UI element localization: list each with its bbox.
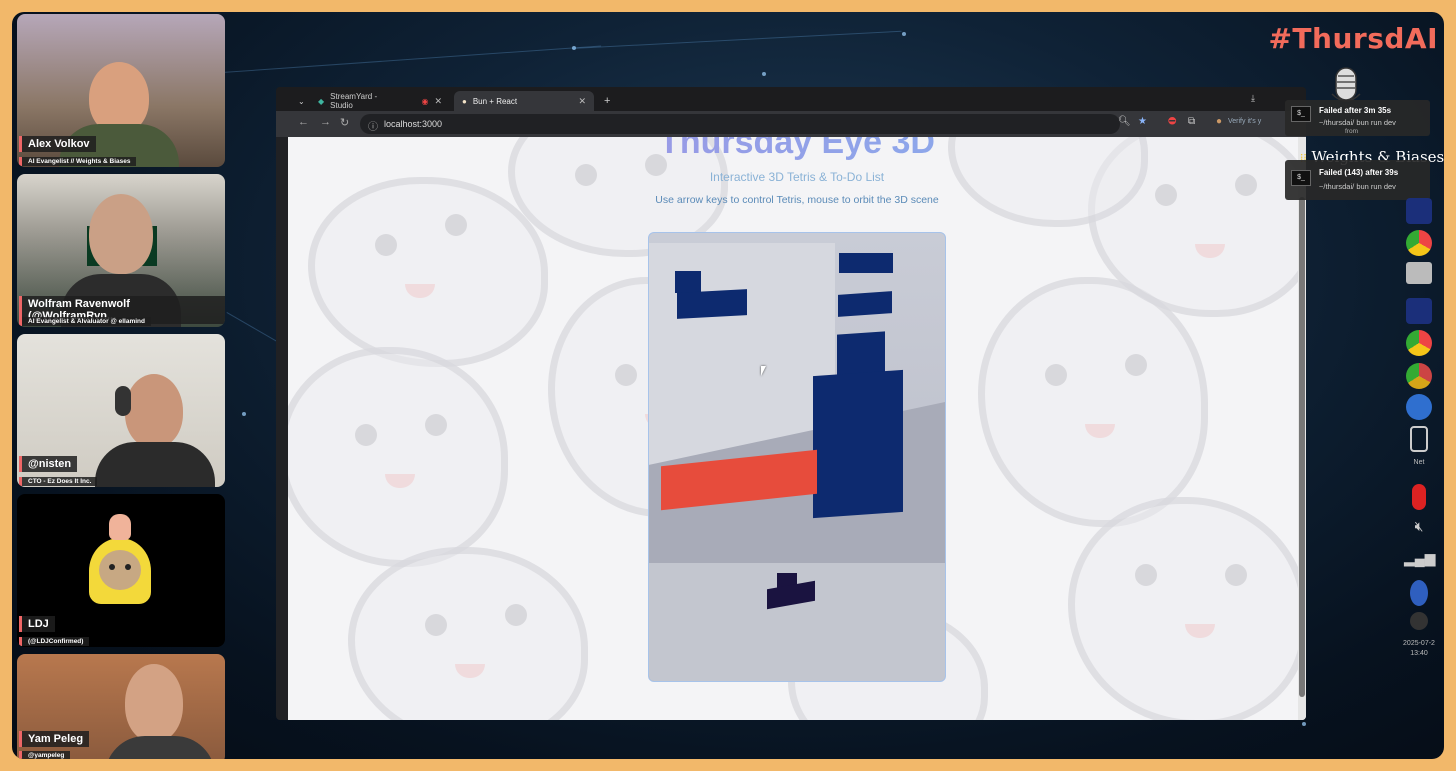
participant-subtitle: CTO - Ez Does It Inc. [19, 477, 98, 486]
cat-astronaut-avatar [89, 538, 151, 604]
verify-banner[interactable]: Verify it's y [1228, 118, 1261, 125]
download-icon[interactable]: ⤓ [1251, 93, 1255, 104]
time-label: 13:40 [1410, 650, 1428, 657]
tetris-block [675, 271, 701, 293]
folder-icon[interactable] [1404, 262, 1434, 284]
waving-hand-icon [109, 514, 131, 540]
participant-name: Alex Volkov [19, 136, 96, 152]
notification-title: Failed (143) after 39s [1319, 168, 1399, 177]
terminal-icon: $_ [1291, 106, 1311, 122]
participant-subtitle: @yampeleg [19, 751, 71, 759]
participant-subtitle: (@LDJConfirmed) [19, 637, 90, 646]
zoom-icon[interactable]: 🔍︎ [1118, 116, 1131, 127]
tetris-block [838, 291, 892, 317]
participant-tile[interactable]: Wolfram Ravenwolf (@WolframRvn... AI Eva… [17, 174, 225, 327]
status-icon[interactable] [1404, 612, 1434, 630]
extension-block-icon[interactable]: ⛔︎ [1168, 116, 1176, 127]
tetris-block [839, 253, 893, 273]
bluetooth-icon[interactable] [1404, 580, 1434, 606]
participant-subtitle: AI Evangelist & AIvaluator @ ellamind [19, 317, 151, 326]
notification-title: Failed after 3m 35s [1319, 106, 1392, 115]
new-tab-button[interactable]: + [596, 91, 618, 111]
battery-icon[interactable] [1404, 426, 1434, 452]
dock-item-window[interactable] [1404, 298, 1434, 324]
close-tab-icon[interactable]: ✕ [434, 96, 442, 107]
terminal-icon: $_ [1291, 170, 1311, 186]
participant-tile[interactable]: Yam Peleg @yampeleg [17, 654, 225, 759]
reload-icon[interactable]: ↻ [340, 116, 349, 129]
tab-bun-react[interactable]: ● Bun + React ✕ [454, 91, 594, 111]
site-info-icon[interactable]: ⓘ [368, 118, 378, 133]
tetris-block [813, 369, 903, 519]
network-label: Net [1413, 459, 1425, 466]
recording-icon: ◉ [421, 96, 429, 106]
page-viewport: Thursday Eye 3D Interactive 3D Tetris & … [288, 137, 1306, 720]
participant-tile[interactable]: Alex Volkov AI Evangelist // Weights & B… [17, 14, 225, 167]
participant-subtitle: AI Evangelist // Weights & Biases [19, 157, 137, 166]
settings-icon[interactable] [1404, 394, 1434, 420]
tetris-block [677, 289, 747, 319]
notification-toast[interactable]: $_ Failed after 3m 35s ~/thursdai/ bun r… [1285, 100, 1430, 136]
bookmark-star-icon[interactable]: ★ [1138, 116, 1147, 127]
chrome-icon[interactable] [1404, 230, 1434, 256]
chrome-icon[interactable] [1404, 330, 1434, 356]
mouse-cursor [761, 366, 766, 376]
mute-icon[interactable]: 🔇︎ [1404, 518, 1434, 535]
participant-name: Yam Peleg [19, 731, 90, 747]
participant-tile[interactable]: LDJ (@LDJConfirmed) [17, 494, 225, 647]
url-text: localhost:3000 [384, 119, 443, 129]
page-subtitle: Interactive 3D Tetris & To-Do List [709, 170, 885, 184]
close-tab-icon[interactable]: ✕ [578, 96, 586, 107]
scrollbar[interactable] [1298, 137, 1306, 720]
extensions-icon[interactable]: ⧉ [1188, 116, 1195, 127]
notification-from: from [1345, 128, 1358, 135]
bun-icon: ● [462, 96, 467, 106]
floor-plane-front [649, 563, 945, 681]
date-label: 2025-07-2 [1403, 640, 1435, 647]
chrome-icon[interactable] [1404, 363, 1434, 389]
tab-label: StreamYard - Studio [330, 92, 378, 110]
show-brand: #ThursdAI [1268, 22, 1438, 55]
participant-tile[interactable]: @nisten CTO - Ez Does It Inc. [17, 334, 225, 487]
signal-icon[interactable]: ▂▄▆ [1404, 550, 1435, 567]
participant-name: @nisten [19, 456, 78, 472]
participant-name: LDJ [19, 616, 55, 632]
page-help-text: Use arrow keys to control Tetris, mouse … [655, 194, 939, 206]
streamyard-icon: ◆ [318, 96, 325, 106]
profile-icon[interactable]: ● [1216, 116, 1222, 127]
tab-streamyard[interactable]: ◆ StreamYard - Studio ◉ ✕ [310, 91, 450, 111]
back-icon[interactable]: ← [298, 116, 309, 128]
notification-detail: ~/thursdai/ bun run dev [1319, 182, 1396, 191]
browser-toolbar: ← → ↻ ⓘ localhost:3000 🔍︎ ★ ⛔︎ ⧉ ● Verif… [276, 111, 1306, 137]
browser-window: ⌄ ◆ StreamYard - Studio ◉ ✕ ● Bun + Reac… [276, 87, 1306, 720]
microphone-red-icon[interactable] [1404, 484, 1434, 510]
page-title: Thursday Eye 3D [288, 137, 1306, 162]
tab-strip: ⌄ ◆ StreamYard - Studio ◉ ✕ ● Bun + Reac… [276, 87, 1306, 111]
tab-label: Bun + React [472, 96, 518, 106]
forward-icon[interactable]: → [320, 116, 331, 128]
tetris-3d-canvas[interactable] [648, 232, 946, 682]
dock-item-window[interactable] [1404, 198, 1434, 224]
notification-detail: ~/thursdai/ bun run dev [1319, 118, 1396, 127]
notification-toast[interactable]: $_ Failed (143) after 39s ~/thursdai/ bu… [1285, 160, 1430, 200]
address-bar[interactable]: ⓘ localhost:3000 [360, 114, 1120, 134]
